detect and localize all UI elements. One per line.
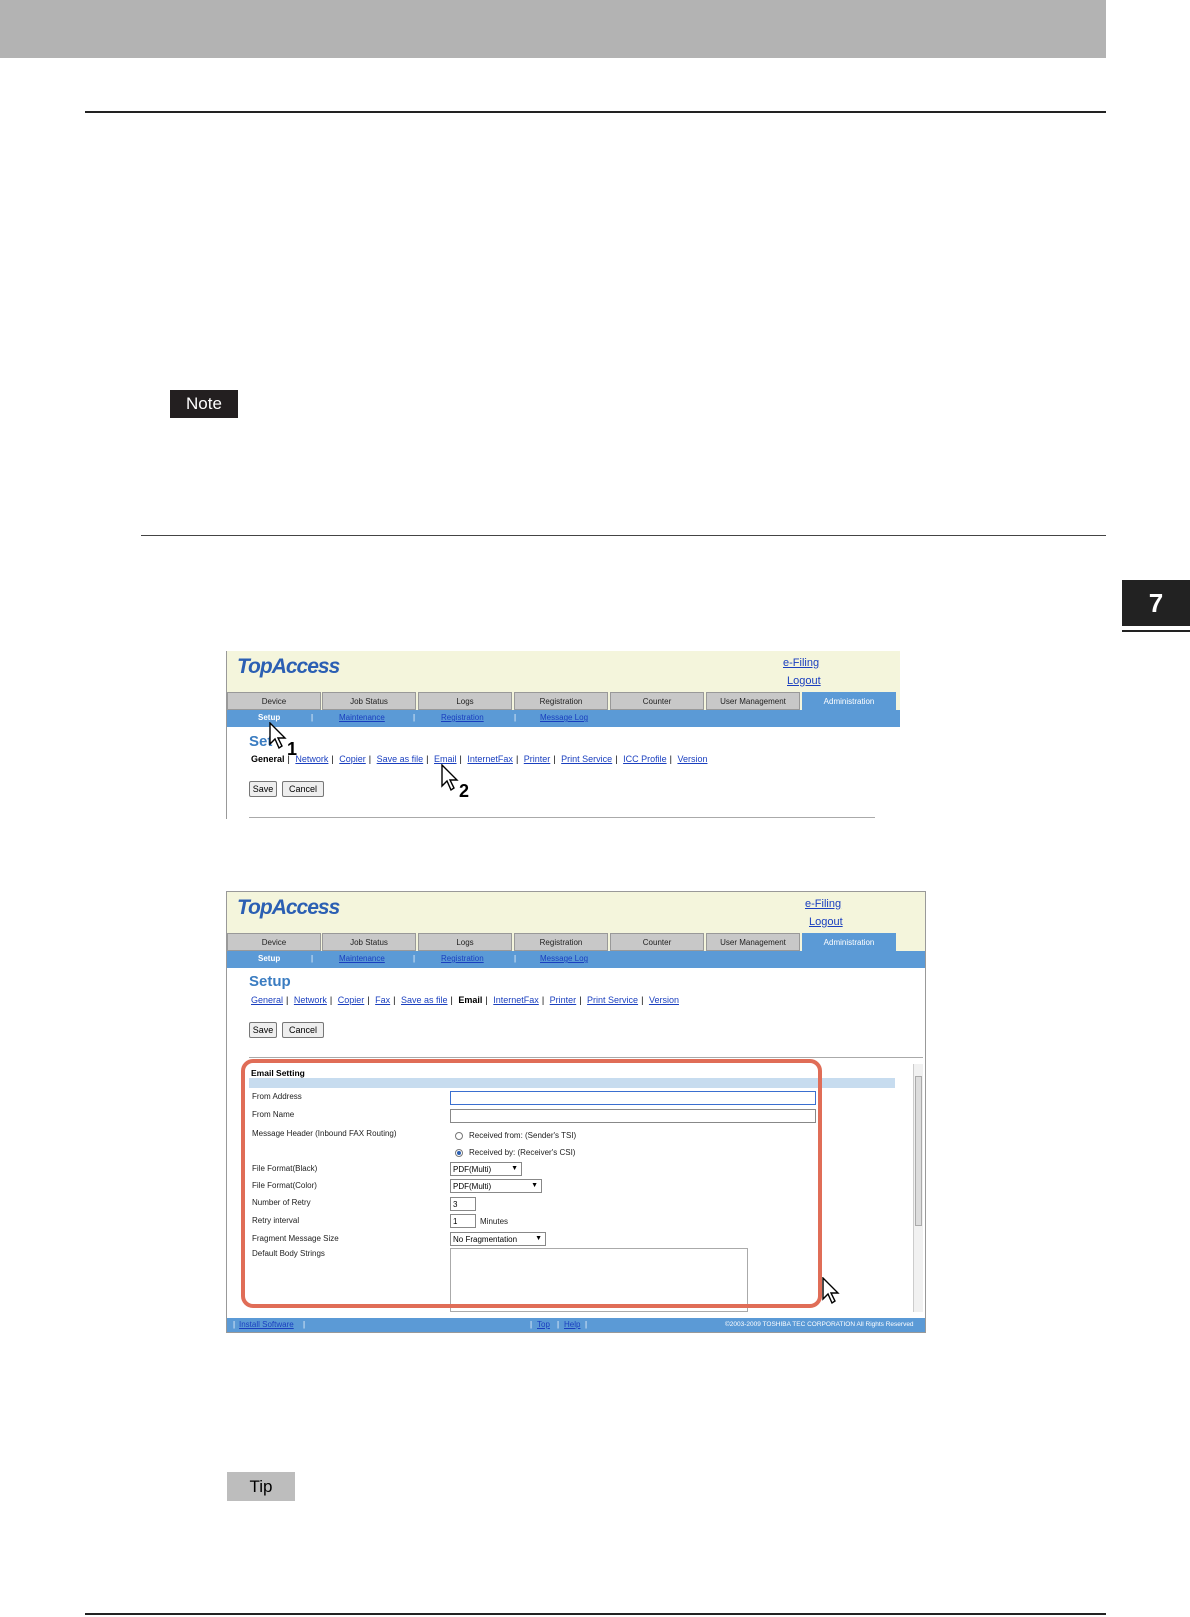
subnav-message-log[interactable]: Message Log — [540, 713, 588, 722]
section-rule — [141, 535, 1106, 536]
tab-logs[interactable]: Logs — [418, 933, 512, 951]
efiling-link[interactable]: e-Filing — [805, 898, 841, 910]
sublink-printer[interactable]: Printer — [524, 754, 551, 764]
page-title: Setup — [249, 973, 291, 990]
logout-link[interactable]: Logout — [809, 916, 843, 928]
divider — [249, 1057, 923, 1058]
callout-number: 2 — [459, 781, 470, 801]
subnav-message-log[interactable]: Message Log — [540, 954, 588, 963]
mouse-pointer-icon — [269, 722, 287, 750]
sublink-copier[interactable]: Copier — [338, 995, 365, 1005]
subnav-setup[interactable]: Setup — [258, 713, 280, 722]
scrollbar-thumb[interactable] — [915, 1076, 922, 1226]
footer-bar: | Install Software | | Top | Help | ©200… — [227, 1318, 925, 1332]
tab-device[interactable]: Device — [227, 692, 321, 710]
sublink-network[interactable]: Network — [295, 754, 328, 764]
subnav-maintenance[interactable]: Maintenance — [339, 713, 385, 722]
sublink-network[interactable]: Network — [294, 995, 327, 1005]
sublink-version[interactable]: Version — [677, 754, 707, 764]
tab-administration[interactable]: Administration — [802, 933, 896, 951]
subnav-separator: | — [514, 713, 517, 722]
subnav-separator: | — [413, 954, 416, 963]
scrollbar[interactable] — [913, 1064, 923, 1312]
sublink-email[interactable]: Email — [434, 754, 457, 764]
tab-administration[interactable]: Administration — [802, 692, 896, 710]
sub-navigation: Setup | Maintenance | Registration | Mes… — [227, 951, 925, 968]
tip-badge: Tip — [227, 1472, 295, 1501]
subnav-separator: | — [311, 954, 314, 963]
tab-counter[interactable]: Counter — [610, 933, 704, 951]
sub-navigation: Setup | Maintenance | Registration | Mes… — [227, 710, 900, 727]
sublink-printer[interactable]: Printer — [550, 995, 577, 1005]
sublink-print-service[interactable]: Print Service — [587, 995, 638, 1005]
topaccess-logo: TopAccess — [237, 655, 340, 678]
subnav-separator: | — [311, 713, 314, 722]
main-tabs: Device Job Status Logs Registration Coun… — [227, 933, 925, 951]
sublink-copier[interactable]: Copier — [339, 754, 366, 764]
setup-sublinks: General | Network | Copier | Fax | Save as f… — [251, 995, 679, 1005]
tab-counter[interactable]: Counter — [610, 692, 704, 710]
topaccess-header: TopAccess e-Filing Logout — [227, 651, 900, 692]
efiling-link[interactable]: e-Filing — [783, 657, 819, 669]
logout-link[interactable]: Logout — [787, 675, 821, 687]
screenshot-email-setting: TopAccess e-Filing Logout Device Job Sta… — [226, 891, 926, 1333]
save-button[interactable]: Save — [249, 781, 277, 797]
sublink-internetfax[interactable]: InternetFax — [493, 995, 539, 1005]
sublink-version[interactable]: Version — [649, 995, 679, 1005]
callout-number: 1 — [287, 739, 298, 759]
tab-registration[interactable]: Registration — [514, 692, 608, 710]
install-software-link[interactable]: Install Software — [239, 1320, 294, 1329]
tab-registration[interactable]: Registration — [514, 933, 608, 951]
sublink-save-as-file[interactable]: Save as file — [401, 995, 448, 1005]
sublink-internetfax[interactable]: InternetFax — [467, 754, 513, 764]
screenshot-setup-general: TopAccess e-Filing Logout Device Job Sta… — [226, 651, 900, 819]
setup-sublinks: General | Network | Copier | Save as file | … — [251, 754, 708, 764]
mouse-pointer-icon — [822, 1277, 840, 1305]
tab-job-status[interactable]: Job Status — [322, 933, 416, 951]
save-button[interactable]: Save — [249, 1022, 277, 1038]
top-rule — [85, 111, 1106, 113]
bottom-rule — [85, 1613, 1106, 1615]
cancel-button[interactable]: Cancel — [282, 781, 324, 797]
tab-user-management[interactable]: User Management — [706, 692, 800, 710]
subnav-registration[interactable]: Registration — [441, 713, 484, 722]
tab-user-management[interactable]: User Management — [706, 933, 800, 951]
sublink-icc-profile[interactable]: ICC Profile — [623, 754, 667, 764]
tab-logs[interactable]: Logs — [418, 692, 512, 710]
chapter-tab: 7 — [1122, 580, 1190, 626]
sublink-fax[interactable]: Fax — [375, 995, 390, 1005]
sublink-save-as-file[interactable]: Save as file — [377, 754, 424, 764]
subnav-separator: | — [413, 713, 416, 722]
highlight-frame — [241, 1059, 822, 1308]
subnav-setup[interactable]: Setup — [258, 954, 280, 963]
topaccess-header: TopAccess e-Filing Logout — [227, 892, 925, 933]
sublink-print-service[interactable]: Print Service — [561, 754, 612, 764]
tab-job-status[interactable]: Job Status — [322, 692, 416, 710]
note-badge: Note — [170, 390, 238, 418]
sublink-general[interactable]: General — [251, 754, 285, 764]
subnav-separator: | — [514, 954, 517, 963]
divider — [249, 817, 875, 818]
sublink-general[interactable]: General — [251, 995, 283, 1005]
tab-device[interactable]: Device — [227, 933, 321, 951]
topaccess-logo: TopAccess — [237, 896, 340, 919]
page-header-band — [0, 0, 1106, 58]
top-link[interactable]: Top — [537, 1320, 550, 1329]
cancel-button[interactable]: Cancel — [282, 1022, 324, 1038]
main-tabs: Device Job Status Logs Registration Coun… — [227, 692, 900, 710]
sublink-email[interactable]: Email — [458, 995, 482, 1005]
copyright-text: ©2003-2009 TOSHIBA TEC CORPORATION All R… — [725, 1321, 914, 1328]
mouse-pointer-icon — [441, 764, 459, 792]
chapter-tab-underline — [1122, 630, 1190, 632]
help-link[interactable]: Help — [564, 1320, 580, 1329]
subnav-registration[interactable]: Registration — [441, 954, 484, 963]
subnav-maintenance[interactable]: Maintenance — [339, 954, 385, 963]
